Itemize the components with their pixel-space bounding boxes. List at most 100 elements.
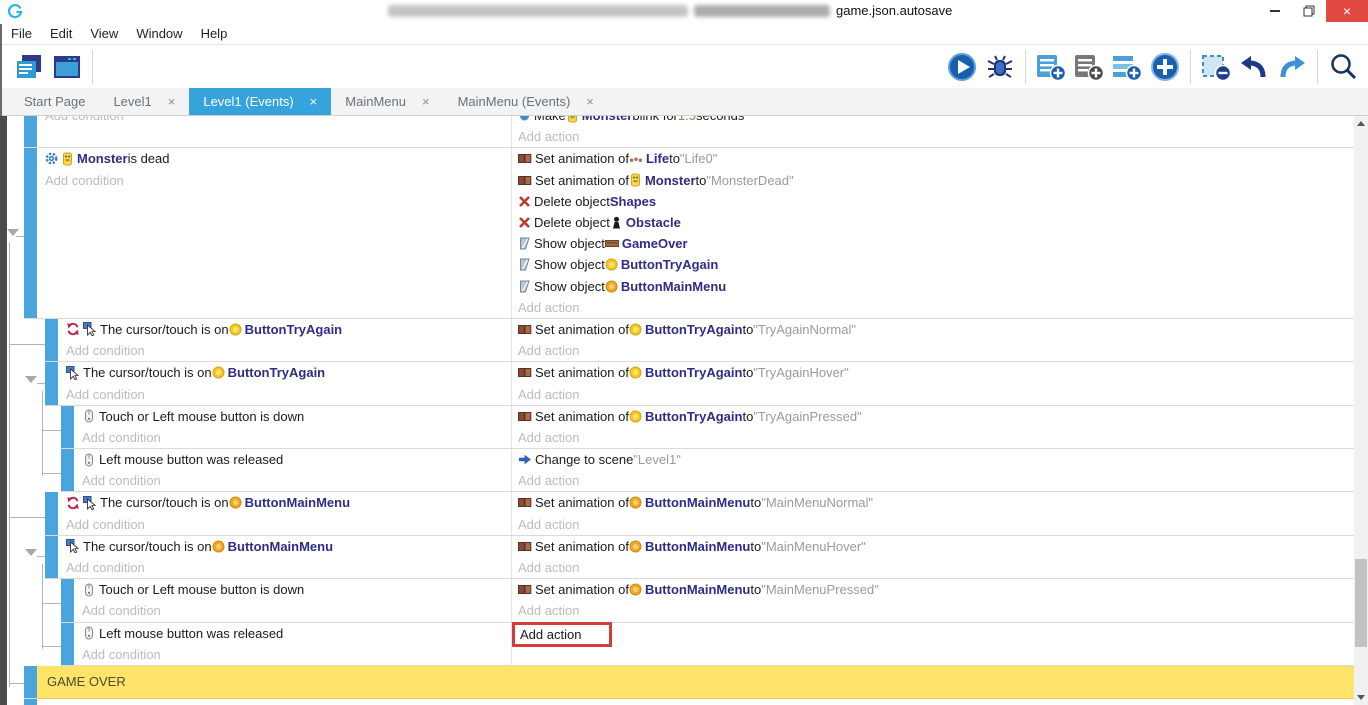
text-segment: Add action: [518, 387, 579, 402]
add-other-icon[interactable]: [1149, 51, 1181, 83]
expander-triangle-icon[interactable]: [25, 549, 37, 556]
action-line[interactable]: Change to scene "Level1": [518, 449, 1354, 470]
action-line[interactable]: Set animation of ButtonTryAgain to "TryA…: [518, 362, 1354, 383]
monster-icon: [61, 152, 74, 166]
condition-line[interactable]: Touch or Left mouse button is down: [82, 579, 511, 600]
add-action-link[interactable]: Add action: [518, 297, 1354, 318]
comment-text[interactable]: GAME OVER: [37, 666, 1354, 699]
scroll-up-icon[interactable]: [1357, 121, 1365, 126]
add-condition-link[interactable]: Add condition: [82, 600, 511, 621]
add-action-link[interactable]: Add action: [518, 126, 1354, 147]
event-bar[interactable]: [45, 319, 58, 362]
add-action-link[interactable]: Add action: [518, 557, 1354, 578]
action-line[interactable]: Set animation of ButtonMainMenu to "Main…: [518, 492, 1354, 513]
undo-icon[interactable]: [1238, 51, 1270, 83]
scrollbar-thumb[interactable]: [1355, 559, 1367, 647]
event-bar[interactable]: [61, 579, 74, 622]
tab-close-icon[interactable]: ×: [168, 94, 176, 109]
tab-start-page[interactable]: Start Page: [10, 88, 99, 115]
project-manager-icon[interactable]: [13, 51, 45, 83]
tab-close-icon[interactable]: ×: [310, 94, 318, 109]
condition-line[interactable]: The cursor/touch is on ButtonMainMenu: [66, 492, 511, 513]
tab-level1[interactable]: Level1×: [99, 88, 189, 115]
restore-button[interactable]: [1292, 0, 1326, 22]
expander-triangle-icon[interactable]: [25, 376, 37, 383]
add-event-icon[interactable]: [1035, 51, 1067, 83]
menu-file[interactable]: File: [2, 26, 41, 41]
add-action-link[interactable]: Add action: [518, 600, 1354, 621]
add-condition-link[interactable]: Add condition: [45, 116, 511, 126]
tree-connector: [37, 383, 45, 384]
action-line[interactable]: Set animation of ButtonTryAgain to "TryA…: [518, 406, 1354, 427]
debug-icon[interactable]: [984, 51, 1016, 83]
add-condition-link[interactable]: Add condition: [45, 170, 511, 191]
action-line[interactable]: Set animation of Monster to "MonsterDead…: [518, 170, 1354, 191]
condition-line[interactable]: Monster is dead: [45, 148, 511, 169]
tab-level1-events-[interactable]: Level1 (Events)×: [189, 88, 331, 115]
minimize-button[interactable]: [1258, 0, 1292, 22]
add-action-link[interactable]: Add action: [518, 340, 1354, 361]
action-line[interactable]: Delete object Shapes: [518, 191, 1354, 212]
action-line[interactable]: Show object ButtonMainMenu: [518, 276, 1354, 297]
scroll-down-icon[interactable]: [1357, 695, 1365, 700]
condition-line[interactable]: Touch or Left mouse button is down: [82, 406, 511, 427]
event-bar[interactable]: [24, 116, 37, 148]
expander-triangle-icon[interactable]: [7, 229, 19, 236]
event-bar[interactable]: [24, 666, 37, 699]
editor-window-icon[interactable]: [51, 51, 83, 83]
invert-icon: [66, 322, 80, 336]
condition-line[interactable]: The cursor/touch is on ButtonMainMenu: [66, 536, 511, 557]
condition-line[interactable]: The cursor/touch is on ButtonTryAgain: [66, 319, 511, 340]
condition-line[interactable]: Left mouse button was released: [82, 449, 511, 470]
menu-window[interactable]: Window: [127, 26, 191, 41]
action-line[interactable]: Delete object Obstacle: [518, 212, 1354, 233]
event-bar[interactable]: [45, 362, 58, 405]
event-bar[interactable]: [61, 406, 74, 449]
add-comment-icon[interactable]: [1111, 51, 1143, 83]
event-bar[interactable]: [45, 492, 58, 535]
add-action-link[interactable]: Add action: [518, 383, 1354, 404]
add-condition-link[interactable]: Add condition: [82, 644, 511, 665]
action-line[interactable]: Set animation of ButtonMainMenu to "Main…: [518, 536, 1354, 557]
btnY-icon: [229, 323, 242, 336]
redo-icon[interactable]: [1276, 51, 1308, 83]
tab-mainmenu[interactable]: MainMenu×: [331, 88, 443, 115]
menu-view[interactable]: View: [81, 26, 127, 41]
event-bar[interactable]: [61, 449, 74, 492]
add-condition-link[interactable]: Add condition: [66, 514, 511, 535]
action-line[interactable]: Set animation of ButtonTryAgain to "TryA…: [518, 319, 1354, 340]
add-condition-link[interactable]: Add condition: [66, 340, 511, 361]
action-line[interactable]: Make Monster blink for 1.5 seconds: [518, 116, 1354, 126]
condition-line[interactable]: The cursor/touch is on ButtonTryAgain: [66, 362, 511, 383]
add-action-link[interactable]: Add action: [518, 514, 1354, 535]
event-bar[interactable]: [24, 699, 37, 705]
vertical-scrollbar[interactable]: [1354, 116, 1368, 705]
event-bar[interactable]: [24, 148, 37, 319]
add-action-link[interactable]: Add action: [518, 470, 1354, 491]
add-condition-link[interactable]: Add condition: [66, 383, 511, 404]
search-icon[interactable]: [1327, 51, 1359, 83]
action-line[interactable]: Set animation of Life to "Life0": [518, 148, 1354, 169]
tab-close-icon[interactable]: ×: [586, 94, 594, 109]
menu-help[interactable]: Help: [192, 26, 237, 41]
add-action-link[interactable]: Add action: [518, 427, 1354, 448]
add-condition-link[interactable]: Add condition: [82, 470, 511, 491]
action-line[interactable]: Set animation of ButtonMainMenu to "Main…: [518, 579, 1354, 600]
add-subevent-icon[interactable]: [1073, 51, 1105, 83]
action-line[interactable]: Show object GameOver: [518, 233, 1354, 254]
add-condition-link[interactable]: Add condition: [82, 427, 511, 448]
condition-line[interactable]: Left mouse button was released: [82, 623, 511, 644]
add-condition-link[interactable]: Add condition: [66, 557, 511, 578]
event-bar[interactable]: [45, 536, 58, 579]
action-line[interactable]: Add action: [518, 623, 1354, 644]
tab-mainmenu-events-[interactable]: MainMenu (Events)×: [444, 88, 608, 115]
action-line[interactable]: Show object ButtonTryAgain: [518, 254, 1354, 275]
comment-row[interactable]: GAME OVER: [7, 666, 1354, 699]
tab-close-icon[interactable]: ×: [422, 94, 430, 109]
play-icon[interactable]: [946, 51, 978, 83]
close-button[interactable]: ×: [1326, 0, 1368, 22]
event-bar[interactable]: [61, 623, 74, 666]
text-segment: Add condition: [82, 603, 161, 618]
toggle-disable-icon[interactable]: [1200, 51, 1232, 83]
menu-edit[interactable]: Edit: [41, 26, 81, 41]
